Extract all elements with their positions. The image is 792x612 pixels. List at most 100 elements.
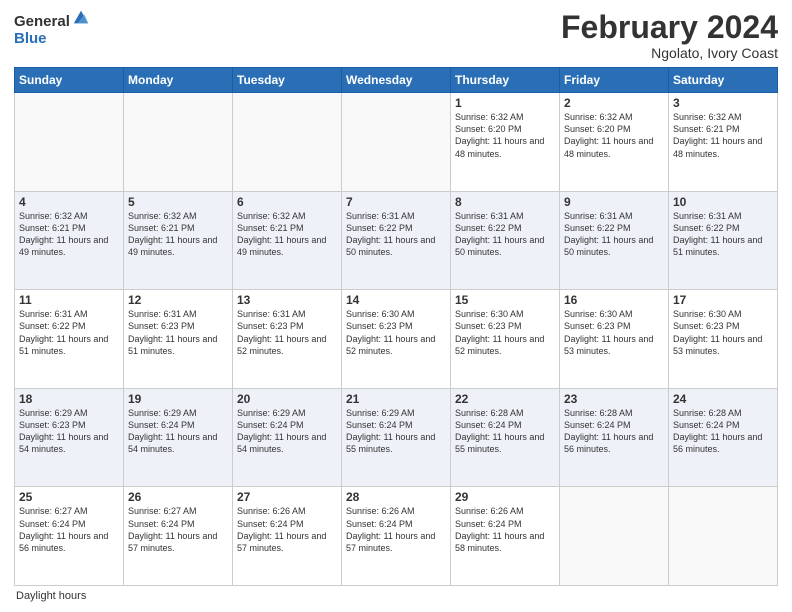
table-cell: 6Sunrise: 6:32 AM Sunset: 6:21 PM Daylig… <box>233 191 342 290</box>
day-info: Sunrise: 6:30 AM Sunset: 6:23 PM Dayligh… <box>564 308 664 357</box>
table-cell: 18Sunrise: 6:29 AM Sunset: 6:23 PM Dayli… <box>15 388 124 487</box>
table-cell: 28Sunrise: 6:26 AM Sunset: 6:24 PM Dayli… <box>342 487 451 586</box>
day-info: Sunrise: 6:26 AM Sunset: 6:24 PM Dayligh… <box>455 505 555 554</box>
table-cell: 23Sunrise: 6:28 AM Sunset: 6:24 PM Dayli… <box>560 388 669 487</box>
page-title: February 2024 <box>561 10 778 45</box>
day-info: Sunrise: 6:29 AM Sunset: 6:24 PM Dayligh… <box>237 407 337 456</box>
day-info: Sunrise: 6:30 AM Sunset: 6:23 PM Dayligh… <box>455 308 555 357</box>
day-info: Sunrise: 6:28 AM Sunset: 6:24 PM Dayligh… <box>673 407 773 456</box>
header-sunday: Sunday <box>15 68 124 93</box>
day-info: Sunrise: 6:30 AM Sunset: 6:23 PM Dayligh… <box>673 308 773 357</box>
day-info: Sunrise: 6:26 AM Sunset: 6:24 PM Dayligh… <box>346 505 446 554</box>
table-cell <box>15 93 124 192</box>
day-number: 12 <box>128 293 228 307</box>
day-info: Sunrise: 6:31 AM Sunset: 6:23 PM Dayligh… <box>237 308 337 357</box>
table-cell <box>560 487 669 586</box>
page-subtitle: Ngolato, Ivory Coast <box>561 45 778 61</box>
header-wednesday: Wednesday <box>342 68 451 93</box>
logo: General Blue <box>14 14 90 47</box>
day-number: 11 <box>19 293 119 307</box>
calendar-table: Sunday Monday Tuesday Wednesday Thursday… <box>14 67 778 586</box>
table-cell: 7Sunrise: 6:31 AM Sunset: 6:22 PM Daylig… <box>342 191 451 290</box>
day-info: Sunrise: 6:31 AM Sunset: 6:23 PM Dayligh… <box>128 308 228 357</box>
calendar-row: 1Sunrise: 6:32 AM Sunset: 6:20 PM Daylig… <box>15 93 778 192</box>
table-cell: 16Sunrise: 6:30 AM Sunset: 6:23 PM Dayli… <box>560 290 669 389</box>
logo-general: General <box>14 14 70 31</box>
day-number: 25 <box>19 490 119 504</box>
table-cell: 5Sunrise: 6:32 AM Sunset: 6:21 PM Daylig… <box>124 191 233 290</box>
day-number: 26 <box>128 490 228 504</box>
table-cell: 22Sunrise: 6:28 AM Sunset: 6:24 PM Dayli… <box>451 388 560 487</box>
day-info: Sunrise: 6:32 AM Sunset: 6:21 PM Dayligh… <box>237 210 337 259</box>
table-cell: 1Sunrise: 6:32 AM Sunset: 6:20 PM Daylig… <box>451 93 560 192</box>
day-number: 27 <box>237 490 337 504</box>
day-info: Sunrise: 6:32 AM Sunset: 6:21 PM Dayligh… <box>673 111 773 160</box>
day-info: Sunrise: 6:27 AM Sunset: 6:24 PM Dayligh… <box>128 505 228 554</box>
table-cell: 9Sunrise: 6:31 AM Sunset: 6:22 PM Daylig… <box>560 191 669 290</box>
logo-text: General Blue <box>14 14 90 47</box>
day-info: Sunrise: 6:29 AM Sunset: 6:24 PM Dayligh… <box>128 407 228 456</box>
table-cell: 2Sunrise: 6:32 AM Sunset: 6:20 PM Daylig… <box>560 93 669 192</box>
day-info: Sunrise: 6:31 AM Sunset: 6:22 PM Dayligh… <box>346 210 446 259</box>
day-number: 20 <box>237 392 337 406</box>
day-info: Sunrise: 6:31 AM Sunset: 6:22 PM Dayligh… <box>564 210 664 259</box>
header-monday: Monday <box>124 68 233 93</box>
day-number: 28 <box>346 490 446 504</box>
header-saturday: Saturday <box>669 68 778 93</box>
day-number: 18 <box>19 392 119 406</box>
table-cell: 27Sunrise: 6:26 AM Sunset: 6:24 PM Dayli… <box>233 487 342 586</box>
table-cell <box>233 93 342 192</box>
calendar-header-row: Sunday Monday Tuesday Wednesday Thursday… <box>15 68 778 93</box>
day-info: Sunrise: 6:29 AM Sunset: 6:23 PM Dayligh… <box>19 407 119 456</box>
table-cell: 11Sunrise: 6:31 AM Sunset: 6:22 PM Dayli… <box>15 290 124 389</box>
title-block: February 2024 Ngolato, Ivory Coast <box>561 10 778 61</box>
table-cell <box>669 487 778 586</box>
day-number: 7 <box>346 195 446 209</box>
day-number: 13 <box>237 293 337 307</box>
day-number: 5 <box>128 195 228 209</box>
table-cell: 21Sunrise: 6:29 AM Sunset: 6:24 PM Dayli… <box>342 388 451 487</box>
table-cell: 17Sunrise: 6:30 AM Sunset: 6:23 PM Dayli… <box>669 290 778 389</box>
day-info: Sunrise: 6:28 AM Sunset: 6:24 PM Dayligh… <box>564 407 664 456</box>
day-info: Sunrise: 6:28 AM Sunset: 6:24 PM Dayligh… <box>455 407 555 456</box>
day-number: 24 <box>673 392 773 406</box>
table-cell: 26Sunrise: 6:27 AM Sunset: 6:24 PM Dayli… <box>124 487 233 586</box>
day-number: 29 <box>455 490 555 504</box>
table-cell: 13Sunrise: 6:31 AM Sunset: 6:23 PM Dayli… <box>233 290 342 389</box>
table-cell: 24Sunrise: 6:28 AM Sunset: 6:24 PM Dayli… <box>669 388 778 487</box>
table-cell: 15Sunrise: 6:30 AM Sunset: 6:23 PM Dayli… <box>451 290 560 389</box>
table-cell: 3Sunrise: 6:32 AM Sunset: 6:21 PM Daylig… <box>669 93 778 192</box>
table-cell: 8Sunrise: 6:31 AM Sunset: 6:22 PM Daylig… <box>451 191 560 290</box>
day-number: 19 <box>128 392 228 406</box>
day-info: Sunrise: 6:32 AM Sunset: 6:20 PM Dayligh… <box>455 111 555 160</box>
table-cell: 12Sunrise: 6:31 AM Sunset: 6:23 PM Dayli… <box>124 290 233 389</box>
day-info: Sunrise: 6:31 AM Sunset: 6:22 PM Dayligh… <box>19 308 119 357</box>
day-number: 3 <box>673 96 773 110</box>
header-tuesday: Tuesday <box>233 68 342 93</box>
day-info: Sunrise: 6:32 AM Sunset: 6:20 PM Dayligh… <box>564 111 664 160</box>
logo-blue: Blue <box>14 31 90 48</box>
table-cell <box>124 93 233 192</box>
day-info: Sunrise: 6:26 AM Sunset: 6:24 PM Dayligh… <box>237 505 337 554</box>
table-cell: 4Sunrise: 6:32 AM Sunset: 6:21 PM Daylig… <box>15 191 124 290</box>
calendar-row: 4Sunrise: 6:32 AM Sunset: 6:21 PM Daylig… <box>15 191 778 290</box>
table-cell <box>342 93 451 192</box>
page: General Blue February 2024 Ngolato, Ivor… <box>0 0 792 612</box>
day-number: 10 <box>673 195 773 209</box>
header-thursday: Thursday <box>451 68 560 93</box>
table-cell: 10Sunrise: 6:31 AM Sunset: 6:22 PM Dayli… <box>669 191 778 290</box>
calendar-row: 25Sunrise: 6:27 AM Sunset: 6:24 PM Dayli… <box>15 487 778 586</box>
footer-note: Daylight hours <box>14 590 778 602</box>
day-number: 8 <box>455 195 555 209</box>
header-friday: Friday <box>560 68 669 93</box>
table-cell: 19Sunrise: 6:29 AM Sunset: 6:24 PM Dayli… <box>124 388 233 487</box>
day-info: Sunrise: 6:29 AM Sunset: 6:24 PM Dayligh… <box>346 407 446 456</box>
day-info: Sunrise: 6:27 AM Sunset: 6:24 PM Dayligh… <box>19 505 119 554</box>
day-number: 15 <box>455 293 555 307</box>
day-number: 4 <box>19 195 119 209</box>
calendar-row: 11Sunrise: 6:31 AM Sunset: 6:22 PM Dayli… <box>15 290 778 389</box>
table-cell: 29Sunrise: 6:26 AM Sunset: 6:24 PM Dayli… <box>451 487 560 586</box>
day-info: Sunrise: 6:32 AM Sunset: 6:21 PM Dayligh… <box>19 210 119 259</box>
day-number: 6 <box>237 195 337 209</box>
day-number: 9 <box>564 195 664 209</box>
